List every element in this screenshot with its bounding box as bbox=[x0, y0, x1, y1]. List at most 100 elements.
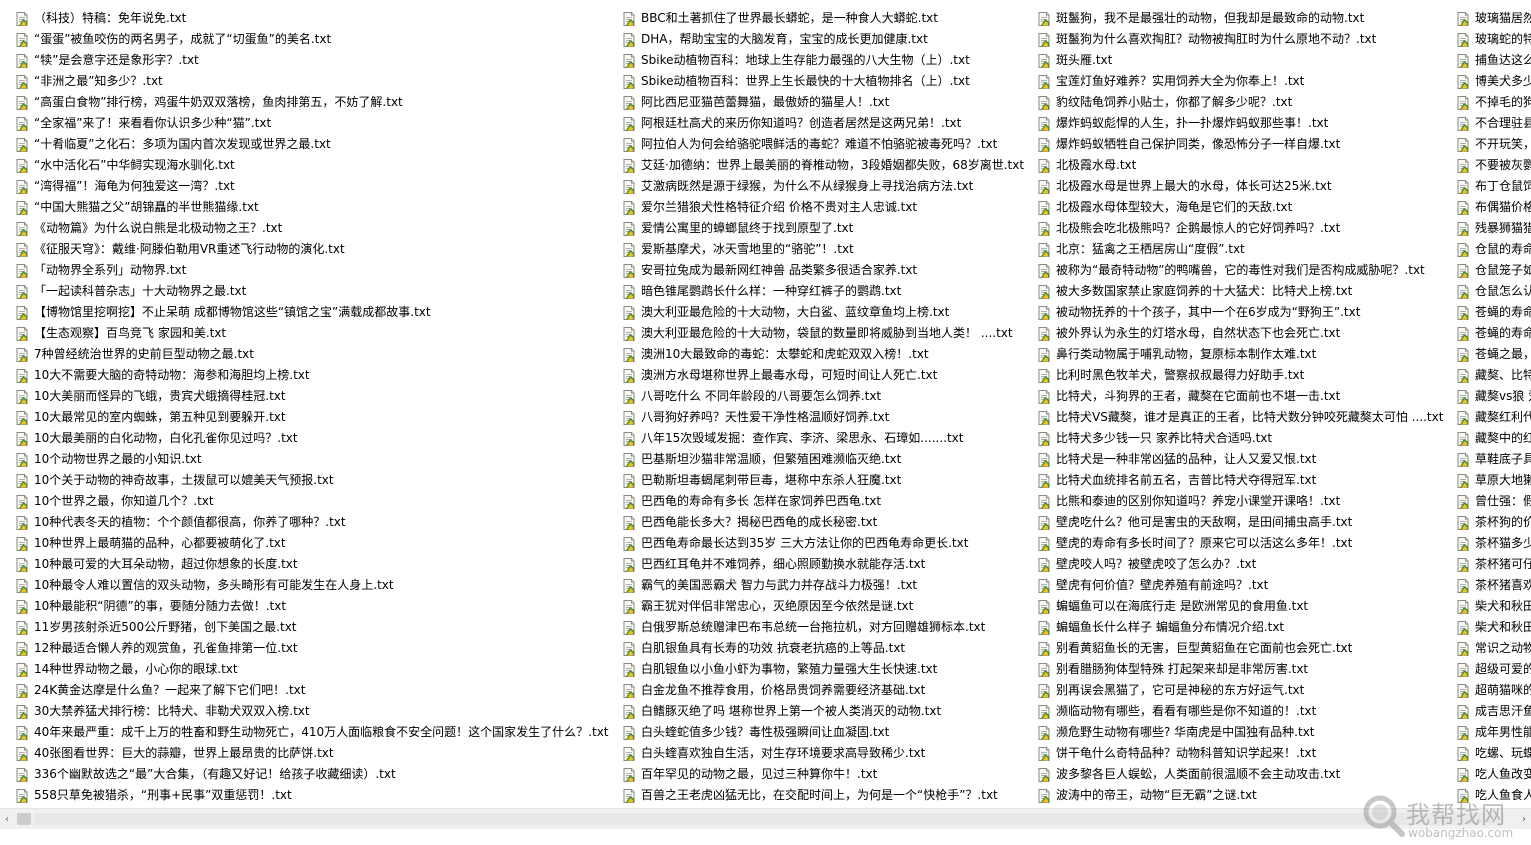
file-item[interactable]: 10大最美丽的白化动物，白化孔雀你见过吗？.txt bbox=[14, 428, 614, 449]
file-item[interactable]: 巴西龟的寿命有多长 怎样在家饲养巴西龟.txt bbox=[621, 491, 1029, 512]
file-item[interactable]: 不开玩笑， bbox=[1455, 134, 1531, 155]
file-item[interactable]: 被动物抚养的十个孩子，其中一个在6岁成为“野狗王”.txt bbox=[1036, 302, 1448, 323]
file-item[interactable]: 吃螺、玩蝶 bbox=[1455, 743, 1531, 764]
file-item[interactable]: 白头蝰喜欢独自生活，对生存环境要求高导致稀少.txt bbox=[621, 743, 1029, 764]
file-item[interactable]: 藏獒中的红 bbox=[1455, 428, 1531, 449]
file-item[interactable]: 阿比西尼亚猫芭蕾舞猫，最傲娇的猫星人！.txt bbox=[621, 92, 1029, 113]
file-item[interactable]: 10个动物世界之最的小知识.txt bbox=[14, 449, 614, 470]
file-item[interactable]: 比特犬多少钱一只 家养比特犬合适吗.txt bbox=[1036, 428, 1448, 449]
file-item[interactable]: 巴西龟寿命最长达到35岁 三大方法让你的巴西龟寿命更长.txt bbox=[621, 533, 1029, 554]
file-item[interactable]: “中国大熊猫之父”胡锦矗的半世熊猫缘.txt bbox=[14, 197, 614, 218]
file-item[interactable]: Sbike动植物百科：地球上生存能力最强的八大生物（上）.txt bbox=[621, 50, 1029, 71]
file-item[interactable]: 10大不需要大脑的奇特动物：海参和海胆均上榜.txt bbox=[14, 365, 614, 386]
file-item[interactable]: 柴犬和秋田 bbox=[1455, 617, 1531, 638]
file-item[interactable]: 豹纹陆龟饲养小贴士，你都了解多少呢？.txt bbox=[1036, 92, 1448, 113]
file-item[interactable]: 艾廷·加德纳：世界上最美丽的脊椎动物，3段婚姻都失败，68岁离世.txt bbox=[621, 155, 1029, 176]
file-item[interactable]: 草原大地獭 bbox=[1455, 470, 1531, 491]
file-item[interactable]: 宝莲灯鱼好难养？实用饲养大全为你奉上！.txt bbox=[1036, 71, 1448, 92]
file-item[interactable]: 吃人鱼改变 bbox=[1455, 764, 1531, 785]
file-item[interactable]: 北极霞水母.txt bbox=[1036, 155, 1448, 176]
file-item[interactable]: 爆炸蚂蚁彪悍的人生，扑一扑爆炸蚂蚁那些事！.txt bbox=[1036, 113, 1448, 134]
file-item[interactable]: Sbike动植物百科：世界上生长最快的十大植物排名（上）.txt bbox=[621, 71, 1029, 92]
file-item[interactable]: 比熊和泰迪的区别你知道吗？养宠小课堂开课咯！.txt bbox=[1036, 491, 1448, 512]
file-item[interactable]: 30大禁养猛犬排行榜：比特犬、非勒犬双双入榜.txt bbox=[14, 701, 614, 722]
file-item[interactable]: 饼干龟什么奇特品种？动物科普知识学起来！.txt bbox=[1036, 743, 1448, 764]
file-item[interactable]: 7种曾经统治世界的史前巨型动物之最.txt bbox=[14, 344, 614, 365]
file-item[interactable]: 12种最适合懒人养的观赏鱼，孔雀鱼排第一位.txt bbox=[14, 638, 614, 659]
file-item[interactable]: 艾激病既然是源于绿猴，为什么不从绿猴身上寻找治病方法.txt bbox=[621, 176, 1029, 197]
file-item[interactable]: 10种世界上最萌猫的品种，心都要被萌化了.txt bbox=[14, 533, 614, 554]
file-item[interactable]: 霸王犹对伴侣非常忠心，灭绝原因至今依然是谜.txt bbox=[621, 596, 1029, 617]
file-item[interactable]: 白肌银鱼具有长寿的功效 抗衰老抗癌的上等品.txt bbox=[621, 638, 1029, 659]
file-item[interactable]: 白肌银鱼以小鱼小虾为事物，繁殖力量强大生长快速.txt bbox=[621, 659, 1029, 680]
file-item[interactable]: 玻璃蛇的特 bbox=[1455, 29, 1531, 50]
file-item[interactable]: 巴勒斯坦毒蝎尾刺带巨毒，堪称中东杀人狂魔.txt bbox=[621, 470, 1029, 491]
file-item[interactable]: “非洲之最”知多少？.txt bbox=[14, 71, 614, 92]
file-item[interactable]: 40年来最严重：成千上万的牲畜和野生动物死亡，410万人面临粮食不安全问题！这个… bbox=[14, 722, 614, 743]
file-item[interactable]: 北京：猛禽之王栖居房山“度假”.txt bbox=[1036, 239, 1448, 260]
file-item[interactable]: 巴基斯坦沙猫非常温顺，但繁殖困难濒临灭绝.txt bbox=[621, 449, 1029, 470]
file-item[interactable]: 白鳍豚灭绝了吗 堪称世界上第一个被人类消灭的动物.txt bbox=[621, 701, 1029, 722]
file-item[interactable]: 残暴狮猫猎 bbox=[1455, 218, 1531, 239]
file-item[interactable]: 不要被灰鹦 bbox=[1455, 155, 1531, 176]
file-item[interactable]: 爱情公寓里的蟑螂鼠终于找到原型了.txt bbox=[621, 218, 1029, 239]
file-item[interactable]: 布丁仓鼠饲 bbox=[1455, 176, 1531, 197]
file-item[interactable]: “蛋蛋”被鱼咬伤的两名男子，成就了“切蛋鱼”的美名.txt bbox=[14, 29, 614, 50]
file-item[interactable]: 八年15次毁域发掘：查作宾、李济、梁思永、石璋如.......txt bbox=[621, 428, 1029, 449]
file-item[interactable]: 爱斯基摩犬，冰天雪地里的“骆驼”！.txt bbox=[621, 239, 1029, 260]
file-item[interactable]: 北极霞水母是世界上最大的水母，体长可达25米.txt bbox=[1036, 176, 1448, 197]
file-item[interactable]: 10种最可爱的大耳朵动物，超过你想象的长度.txt bbox=[14, 554, 614, 575]
file-item[interactable]: 爆炸蚂蚁牺牲自己保护同类，像恐怖分子一样自爆.txt bbox=[1036, 134, 1448, 155]
file-item[interactable]: 【博物馆里挖啊挖】不止呆萌 成都博物馆这些“镇馆之宝”满载成都故事.txt bbox=[14, 302, 614, 323]
file-item[interactable]: “高蛋白食物”排行榜，鸡蛋牛奶双双落榜，鱼肉排第五，不妨了解.txt bbox=[14, 92, 614, 113]
scroll-left-arrow[interactable]: ‹ bbox=[0, 809, 14, 829]
file-item[interactable]: 博美犬多少 bbox=[1455, 71, 1531, 92]
file-item[interactable]: 苍蝇之最， bbox=[1455, 344, 1531, 365]
file-item[interactable]: 曾仕强：假 bbox=[1455, 491, 1531, 512]
file-item[interactable]: 苍蝇的寿命 bbox=[1455, 323, 1531, 344]
file-item[interactable]: 10大最常见的室内蜘蛛，第五种见到要躲开.txt bbox=[14, 407, 614, 428]
file-item[interactable]: 波多黎各巨人蜈蚣，人类面前很温顺不会主动攻击.txt bbox=[1036, 764, 1448, 785]
file-item[interactable]: 澳洲10大最致命的毒蛇：太攀蛇和虎蛇双双入榜！.txt bbox=[621, 344, 1029, 365]
file-item[interactable]: 布偶猫价格 bbox=[1455, 197, 1531, 218]
file-item[interactable]: 壁虎有何价值？壁虎养殖有前途吗？.txt bbox=[1036, 575, 1448, 596]
file-item[interactable]: 仓鼠怎么认 bbox=[1455, 281, 1531, 302]
file-item[interactable]: 壁虎咬人吗？被壁虎咬了怎么办？.txt bbox=[1036, 554, 1448, 575]
file-item[interactable]: 336个幽默故选之“最”大合集，（有趣又好记！给孩子收藏细读）.txt bbox=[14, 764, 614, 785]
file-item[interactable]: 柴犬和秋田 bbox=[1455, 596, 1531, 617]
file-item[interactable]: 24K黄金达摩是什么鱼？一起来了解下它们吧！.txt bbox=[14, 680, 614, 701]
file-item[interactable]: 白头蝰蛇值多少钱？毒性极强瞬间让血凝固.txt bbox=[621, 722, 1029, 743]
file-item[interactable]: 比利时黑色牧羊犬，警察叔叔最得力好助手.txt bbox=[1036, 365, 1448, 386]
file-item[interactable]: 茶杯猪喜欢 bbox=[1455, 575, 1531, 596]
file-item[interactable]: 巴西龟能长多大？揭秘巴西龟的成长秘密.txt bbox=[621, 512, 1029, 533]
file-item[interactable]: 藏獒红利代 bbox=[1455, 407, 1531, 428]
file-item[interactable]: 被外界认为永生的灯塔水母，自然状态下也会死亡.txt bbox=[1036, 323, 1448, 344]
file-item[interactable]: 超级可爱的 bbox=[1455, 659, 1531, 680]
file-item[interactable]: 10个世界之最，你知道几个？.txt bbox=[14, 491, 614, 512]
file-item[interactable]: 斑鬣狗为什么喜欢掏肛？动物被掏肛时为什么原地不动？.txt bbox=[1036, 29, 1448, 50]
file-item[interactable]: 暗色锥尾鹦鹉长什么样：一种穿红裤子的鹦鹉.txt bbox=[621, 281, 1029, 302]
file-item[interactable]: 被大多数国家禁止家庭饲养的十大猛犬：比特犬上榜.txt bbox=[1036, 281, 1448, 302]
file-item[interactable]: 10种最令人难以置信的双头动物，多头畸形有可能发生在人身上.txt bbox=[14, 575, 614, 596]
file-item[interactable]: 「一起读科普杂志」十大动物界之最.txt bbox=[14, 281, 614, 302]
file-item[interactable]: 八哥吃什么 不同年龄段的八哥要怎么饲养.txt bbox=[621, 386, 1029, 407]
file-item[interactable]: 澳大利亚最危险的十大动物，袋鼠的数量即将威胁到当地人类！ ....txt bbox=[621, 323, 1029, 344]
file-item[interactable]: 爱尔兰猎狼犬性格特征介绍 价格不贵对主人忠诚.txt bbox=[621, 197, 1029, 218]
file-item[interactable]: 10种代表冬天的植物：个个颜值都很高，你养了哪种？.txt bbox=[14, 512, 614, 533]
file-item[interactable]: “十肴临夏”之化石：多项为国内首次发现或世界之最.txt bbox=[14, 134, 614, 155]
file-item[interactable]: 巴西红耳龟并不难饲养，细心照顾勤换水就能存活.txt bbox=[621, 554, 1029, 575]
file-item[interactable]: 11岁男孩射杀近500公斤野猪，创下美国之最.txt bbox=[14, 617, 614, 638]
file-item[interactable]: 濒危野生动物有哪些? 华南虎是中国独有品种.txt bbox=[1036, 722, 1448, 743]
file-item[interactable]: 苍蝇的寿命 bbox=[1455, 302, 1531, 323]
file-item[interactable]: 比特犬是一种非常凶猛的品种，让人又爱又恨.txt bbox=[1036, 449, 1448, 470]
file-item[interactable]: 10种最能积“阴德”的事，要随分随力去做！.txt bbox=[14, 596, 614, 617]
file-item[interactable]: 安哥拉兔成为最新网红神兽 品类繁多很适合家养.txt bbox=[621, 260, 1029, 281]
file-item[interactable]: “湾得福”！海龟为何独爱这一湾？.txt bbox=[14, 176, 614, 197]
file-item[interactable]: 常识之动物 bbox=[1455, 638, 1531, 659]
file-item[interactable]: 比特犬VS藏獒，谁才是真正的王者，比特犬数分钟咬死藏獒太可怕 ....txt bbox=[1036, 407, 1448, 428]
file-item[interactable]: 茶杯狗的价 bbox=[1455, 512, 1531, 533]
file-item[interactable]: 《征服天穹》：戴维·阿滕伯勒用VR重述飞行动物的演化.txt bbox=[14, 239, 614, 260]
file-item[interactable]: 别看黄貂鱼长的无害，巨型黄貂鱼在它面前也会死亡.txt bbox=[1036, 638, 1448, 659]
file-item[interactable]: 超萌猫咪的 bbox=[1455, 680, 1531, 701]
file-item[interactable]: 澳大利亚最危险的十大动物，大白鲨、蓝纹章鱼均上榜.txt bbox=[621, 302, 1029, 323]
